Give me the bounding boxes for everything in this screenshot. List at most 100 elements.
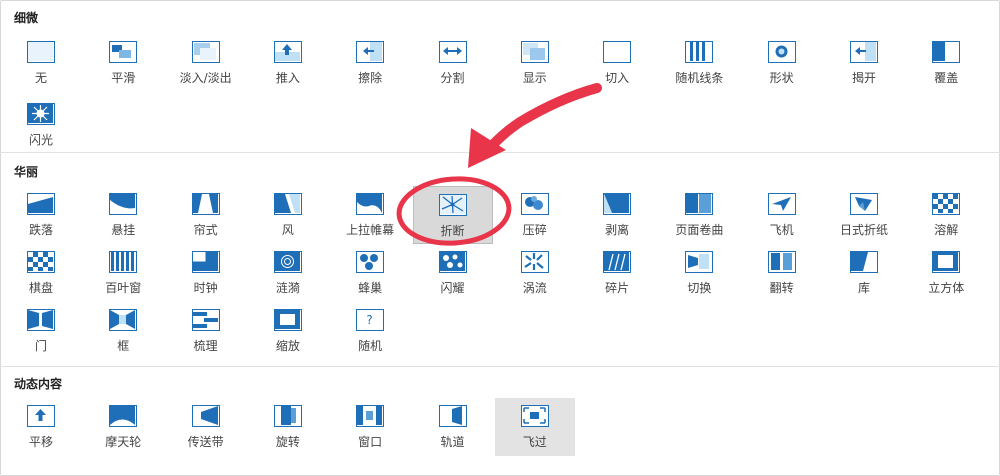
transition-prestige[interactable]: 上拉帷幕 xyxy=(330,186,410,244)
gallery-icon xyxy=(850,251,878,273)
section-title-exciting: 华丽 xyxy=(14,165,39,179)
transition-label: 帘式 xyxy=(193,223,218,237)
transition-wipe[interactable]: 擦除 xyxy=(330,34,410,92)
reveal-icon xyxy=(520,41,549,63)
transition-crush[interactable]: 压碎 xyxy=(495,186,575,244)
transition-shred[interactable]: 碎片 xyxy=(577,244,657,302)
transition-cover[interactable]: 覆盖 xyxy=(906,34,986,92)
transition-label: 门 xyxy=(34,339,47,353)
window-icon xyxy=(356,405,385,427)
transition-fracture[interactable]: 折断 xyxy=(412,186,493,244)
random-bars-icon xyxy=(685,41,714,63)
transition-label: 涡流 xyxy=(522,281,547,295)
transition-checkerboard[interactable]: 棋盘 xyxy=(1,244,81,302)
transition-fly-through[interactable]: 飞过 xyxy=(494,398,575,456)
transition-blinds[interactable]: 百叶窗 xyxy=(83,244,163,302)
transition-ferris-wheel[interactable]: 摩天轮 xyxy=(83,398,163,456)
transition-label: 显示 xyxy=(522,71,547,85)
transition-window[interactable]: 窗口 xyxy=(330,398,410,456)
transition-comb[interactable]: 梳理 xyxy=(166,302,246,360)
transition-morph[interactable]: 平滑 xyxy=(83,34,163,92)
transition-honeycomb[interactable]: 蜂巢 xyxy=(330,244,410,302)
box-icon xyxy=(109,309,138,331)
transition-vortex[interactable]: 涡流 xyxy=(495,244,575,302)
transition-dissolve[interactable]: 溶解 xyxy=(906,186,986,244)
none-icon xyxy=(27,41,55,63)
transition-fade[interactable]: 淡入/淡出 xyxy=(166,34,246,92)
transition-ripple[interactable]: 涟漪 xyxy=(248,244,328,302)
transition-label: 悬挂 xyxy=(111,223,136,237)
transition-label: 切换 xyxy=(687,281,712,295)
transition-label: 涟漪 xyxy=(275,281,300,295)
transition-label: 形状 xyxy=(769,71,794,85)
transition-none[interactable]: 无 xyxy=(1,34,81,92)
ripple-icon xyxy=(273,251,302,273)
transition-random-bars[interactable]: 随机线条 xyxy=(659,34,739,92)
transition-label: 碎片 xyxy=(605,281,630,295)
transition-box[interactable]: 框 xyxy=(83,302,163,360)
transition-wind[interactable]: 风 xyxy=(248,186,328,244)
doors-icon xyxy=(27,309,55,331)
cover-icon xyxy=(932,41,961,63)
section-divider xyxy=(0,366,1000,367)
transition-random[interactable]: ? 随机 xyxy=(330,302,410,360)
orbit-icon xyxy=(438,405,467,427)
switch-icon xyxy=(685,251,714,273)
crush-icon xyxy=(520,193,549,215)
transition-cut[interactable]: 切入 xyxy=(577,34,657,92)
fracture-icon xyxy=(438,194,467,216)
transition-label: 飞过 xyxy=(522,435,547,449)
transition-pan[interactable]: 平移 xyxy=(1,398,81,456)
transition-switch[interactable]: 切换 xyxy=(659,244,739,302)
transition-label: 翻转 xyxy=(769,281,794,295)
transition-doors[interactable]: 门 xyxy=(1,302,81,360)
transition-label: 时钟 xyxy=(193,281,218,295)
transition-label: 无 xyxy=(34,71,47,85)
transition-push[interactable]: 推入 xyxy=(248,34,328,92)
transition-origami[interactable]: 日式折纸 xyxy=(824,186,904,244)
transition-rotate[interactable]: 旋转 xyxy=(248,398,328,456)
transition-label: 传送带 xyxy=(187,435,224,449)
comb-icon xyxy=(191,309,220,331)
transition-label: 闪光 xyxy=(28,133,53,147)
transition-shape[interactable]: 形状 xyxy=(742,34,822,92)
transition-orbit[interactable]: 轨道 xyxy=(413,398,493,456)
transition-fall-over[interactable]: 跌落 xyxy=(1,186,81,244)
zoom-icon xyxy=(273,309,302,331)
transition-drape[interactable]: 悬挂 xyxy=(83,186,163,244)
transition-label: 闪耀 xyxy=(440,281,465,295)
transition-airplane[interactable]: 飞机 xyxy=(742,186,822,244)
fall-over-icon xyxy=(27,193,55,215)
transition-clock[interactable]: 时钟 xyxy=(166,244,246,302)
split-icon xyxy=(438,41,467,63)
rotate-icon xyxy=(273,405,302,427)
transition-flash[interactable]: 闪光 xyxy=(1,96,81,154)
transition-label: 切入 xyxy=(605,71,630,85)
airplane-icon xyxy=(767,193,796,215)
transition-glitter[interactable]: 闪耀 xyxy=(413,244,493,302)
transition-page-curl[interactable]: 页面卷曲 xyxy=(659,186,739,244)
wind-icon xyxy=(273,193,302,215)
prestige-icon xyxy=(356,193,385,215)
transition-label: 百叶窗 xyxy=(105,281,142,295)
shape-icon xyxy=(767,41,796,63)
page-curl-icon xyxy=(685,193,714,215)
transition-curtains[interactable]: 帘式 xyxy=(166,186,246,244)
transition-label: 擦除 xyxy=(358,71,383,85)
transition-split[interactable]: 分割 xyxy=(413,34,493,92)
transition-label: 平移 xyxy=(28,435,53,449)
transition-flip[interactable]: 翻转 xyxy=(742,244,822,302)
push-icon xyxy=(273,41,302,63)
transition-uncover[interactable]: 揭开 xyxy=(824,34,904,92)
transition-peel-off[interactable]: 剥离 xyxy=(577,186,657,244)
transition-label: 随机 xyxy=(358,339,383,353)
fly-through-icon xyxy=(520,405,549,427)
wipe-icon xyxy=(356,41,385,63)
transition-conveyor[interactable]: 传送带 xyxy=(166,398,246,456)
transition-label: 飞机 xyxy=(769,223,794,237)
transition-label: 覆盖 xyxy=(934,71,959,85)
transition-reveal[interactable]: 显示 xyxy=(495,34,575,92)
transition-cube[interactable]: 立方体 xyxy=(906,244,986,302)
transition-zoom[interactable]: 缩放 xyxy=(248,302,328,360)
transition-gallery[interactable]: 库 xyxy=(824,244,904,302)
